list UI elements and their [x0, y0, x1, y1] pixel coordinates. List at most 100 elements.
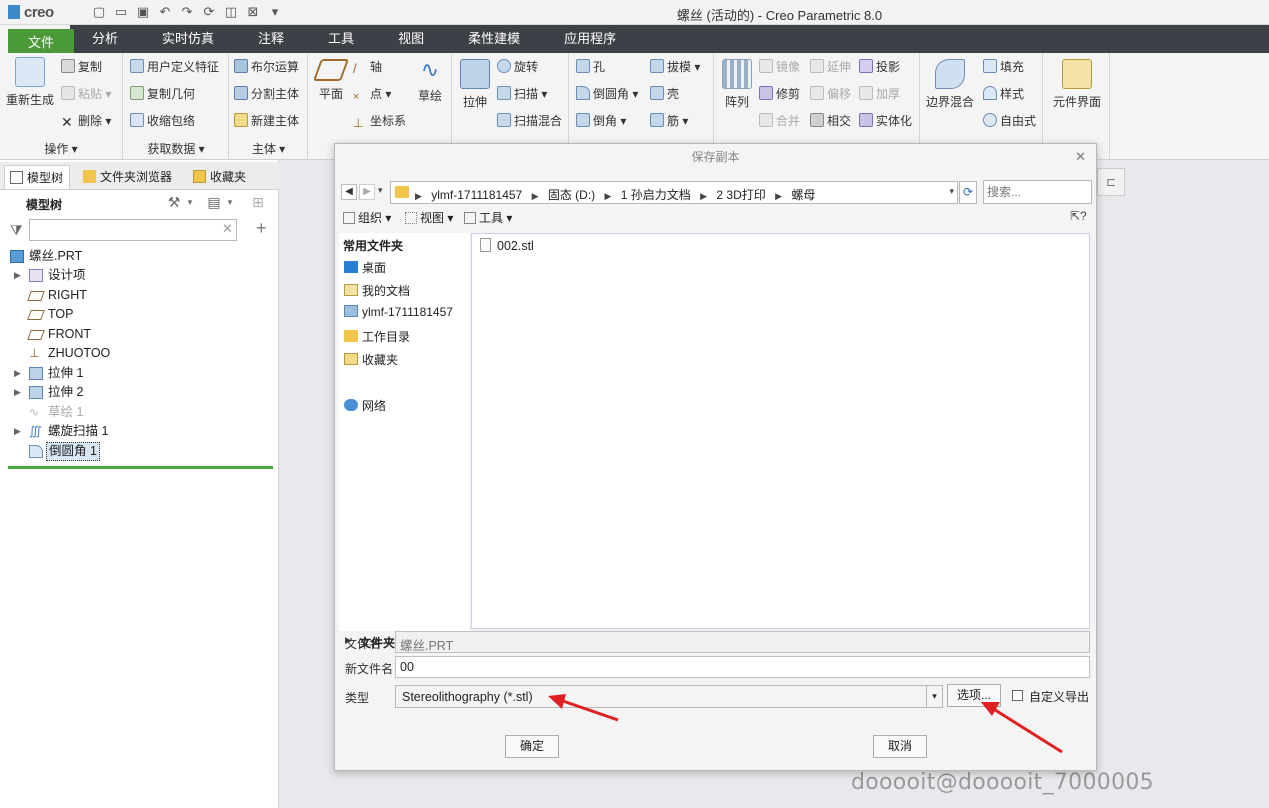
tab-annotate[interactable]: 注释: [236, 25, 306, 53]
swept-blend-button[interactable]: 扫描混合: [497, 112, 562, 129]
tab-model-tree[interactable]: 模型树: [4, 165, 71, 189]
csys-button[interactable]: ⊥ 坐标系: [353, 112, 406, 130]
breadcrumb-item[interactable]: 1 孙启力文档: [621, 188, 691, 202]
expand-icon[interactable]: ▶: [14, 383, 21, 402]
fill-button[interactable]: 填充: [983, 58, 1024, 75]
point-button[interactable]: × 点 ▾: [353, 85, 391, 105]
add-icon[interactable]: +: [256, 218, 267, 239]
hole-button[interactable]: 孔: [576, 58, 605, 75]
graphics-toolbar-icon[interactable]: ⊏: [1097, 168, 1125, 196]
sketch-button[interactable]: ∿ 草绘: [412, 59, 448, 104]
file-list[interactable]: 002.stl: [471, 233, 1090, 629]
regenerate-button[interactable]: 重新生成: [4, 57, 56, 108]
breadcrumb-separator-icon[interactable]: ▶: [415, 191, 422, 201]
tab-tools[interactable]: 工具: [306, 25, 376, 53]
rib-button[interactable]: 筋 ▾: [650, 112, 688, 129]
type-dropdown-icon[interactable]: ▾: [926, 685, 943, 708]
insert-here-indicator[interactable]: [8, 466, 273, 469]
freestyle-button[interactable]: 自由式: [983, 112, 1036, 129]
breadcrumb-separator-icon[interactable]: ▶: [700, 191, 707, 201]
breadcrumb-separator-icon[interactable]: ▶: [605, 191, 612, 201]
place-favorites[interactable]: 收藏夹: [344, 351, 398, 368]
tab-applications[interactable]: 应用程序: [542, 25, 638, 53]
address-dropdown-icon[interactable]: ▾: [949, 186, 954, 197]
tree-settings-icon[interactable]: ⚒: [166, 194, 182, 210]
new-body-button[interactable]: 新建主体: [234, 112, 299, 129]
thicken-button[interactable]: 加厚: [859, 85, 900, 102]
place-desktop[interactable]: 桌面: [344, 259, 386, 276]
tree-columns-icon[interactable]: ▤: [206, 194, 222, 210]
expand-icon[interactable]: ▶: [14, 364, 21, 383]
breadcrumb-separator-icon[interactable]: ▶: [775, 191, 782, 201]
search-input[interactable]: [983, 180, 1092, 204]
boundary-blend-button[interactable]: 边界混合: [923, 59, 977, 110]
extrude-button[interactable]: 拉伸: [457, 59, 493, 110]
copy-geometry-button[interactable]: 复制几何: [130, 85, 195, 102]
refresh-button[interactable]: ⟳: [959, 181, 977, 204]
tab-flexible-modeling[interactable]: 柔性建模: [446, 25, 542, 53]
custom-export-checkbox[interactable]: [1012, 690, 1023, 701]
ok-button[interactable]: 确定: [505, 735, 559, 758]
breadcrumb-item[interactable]: 2 3D打印: [716, 188, 765, 202]
forward-arrow-icon[interactable]: ▶: [359, 184, 375, 200]
tree-filter-options-icon[interactable]: ⊞: [250, 194, 266, 210]
solidify-button[interactable]: 实体化: [859, 112, 912, 129]
expand-icon[interactable]: ▶: [14, 422, 21, 441]
plane-button[interactable]: 平面: [312, 59, 350, 102]
round-button[interactable]: 倒圆角 ▾: [576, 85, 638, 102]
component-interface-button[interactable]: 元件界面: [1048, 59, 1106, 110]
tree-settings-dropdown-icon[interactable]: ▾: [182, 197, 198, 213]
copy-button[interactable]: 复制: [61, 58, 102, 75]
breadcrumb-item[interactable]: 螺母: [791, 188, 815, 202]
revolve-button[interactable]: 旋转: [497, 58, 538, 75]
place-working-directory[interactable]: 工作目录: [344, 328, 410, 345]
place-network[interactable]: 网络: [344, 397, 386, 414]
intersect-button[interactable]: 相交: [810, 112, 851, 129]
place-computer[interactable]: ylmf-1711181457: [344, 305, 453, 319]
paste-button[interactable]: 粘贴 ▾: [61, 85, 111, 102]
options-button[interactable]: 选项...: [947, 684, 1001, 707]
address-bar[interactable]: ▶ ylmf-1711181457 ▶ 固态 (D:) ▶ 1 孙启力文档 ▶ …: [390, 181, 958, 204]
group-label-body[interactable]: 主体 ▾: [230, 140, 307, 157]
type-select[interactable]: Stereolithography (*.stl): [395, 685, 943, 708]
breadcrumb-separator-icon[interactable]: ▶: [532, 191, 539, 201]
group-label-operations[interactable]: 操作 ▾: [0, 140, 122, 157]
trim-button[interactable]: 修剪: [759, 85, 800, 102]
mirror-button[interactable]: 镜像: [759, 58, 800, 75]
views-button[interactable]: 视图 ▾: [405, 209, 453, 226]
shrinkwrap-button[interactable]: 收缩包络: [130, 112, 195, 129]
pattern-button[interactable]: 阵列: [719, 59, 755, 110]
udf-button[interactable]: 用户定义特征: [130, 58, 219, 75]
cancel-button[interactable]: 取消: [873, 735, 927, 758]
offset-button[interactable]: 偏移: [810, 85, 851, 102]
project-button[interactable]: 投影: [859, 58, 900, 75]
style-button[interactable]: 样式: [983, 85, 1024, 102]
expand-icon[interactable]: ▶: [14, 266, 21, 285]
tab-view[interactable]: 视图: [376, 25, 446, 53]
new-name-input[interactable]: 00: [395, 656, 1090, 678]
tab-analysis[interactable]: 分析: [70, 25, 140, 53]
chamfer-button[interactable]: 倒角 ▾: [576, 112, 626, 129]
tools-button[interactable]: 工具 ▾: [464, 209, 512, 226]
extend-button[interactable]: 延伸: [810, 58, 851, 75]
delete-button[interactable]: ✕ 删除 ▾: [61, 112, 111, 130]
tab-folder-browser[interactable]: 文件夹浏览器: [78, 165, 178, 189]
history-dropdown-icon[interactable]: ▾: [378, 185, 383, 196]
tab-favorites[interactable]: 收藏夹: [188, 165, 252, 189]
place-documents[interactable]: 我的文档: [344, 282, 410, 299]
list-item[interactable]: 002.stl: [480, 238, 534, 253]
sweep-button[interactable]: 扫描 ▾: [497, 85, 547, 102]
axis-button[interactable]: / 轴: [353, 58, 382, 76]
shell-button[interactable]: 壳: [650, 85, 679, 102]
tab-live-simulation[interactable]: 实时仿真: [140, 25, 236, 53]
breadcrumb-item[interactable]: ylmf-1711181457: [431, 188, 522, 202]
back-arrow-icon[interactable]: ◀: [341, 184, 357, 200]
tree-search-input[interactable]: [29, 219, 237, 241]
clear-search-icon[interactable]: ✕: [222, 221, 233, 237]
help-icon[interactable]: ⇱?: [1070, 209, 1087, 223]
close-icon[interactable]: ✕: [1075, 149, 1086, 165]
organize-button[interactable]: 组织 ▾: [343, 209, 391, 226]
draft-button[interactable]: 拔模 ▾: [650, 58, 700, 75]
merge-button[interactable]: 合并: [759, 112, 800, 129]
split-body-button[interactable]: 分割主体: [234, 85, 299, 102]
